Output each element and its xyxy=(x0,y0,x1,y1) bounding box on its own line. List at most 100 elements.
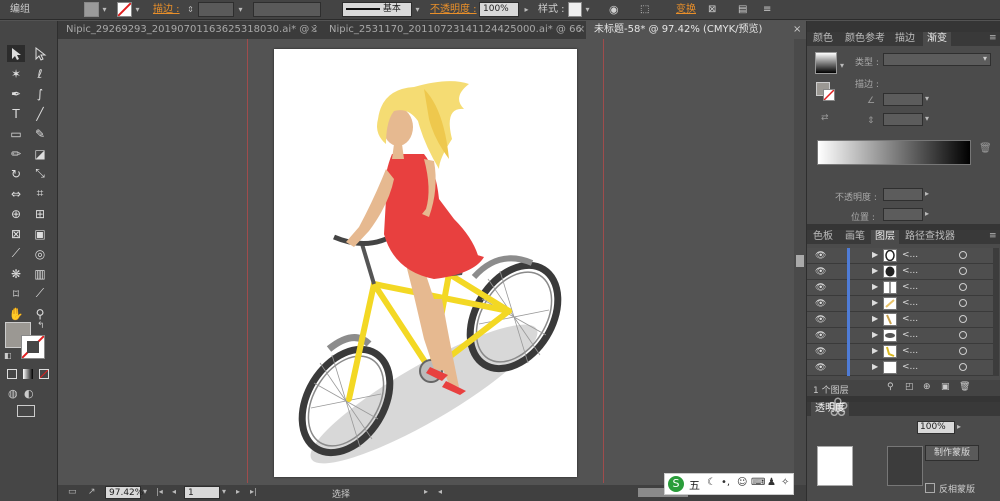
position-arrow-icon[interactable]: ▸ xyxy=(925,209,929,218)
invert-mask-checkbox[interactable] xyxy=(925,483,935,493)
brush-definition[interactable]: 基本 xyxy=(342,2,412,17)
tab-brushes[interactable]: 画笔 xyxy=(841,230,869,244)
zoom-input[interactable]: 97.42% xyxy=(105,486,143,499)
slice-tool-icon[interactable]: ⟋ xyxy=(31,285,49,302)
color-mode-icon[interactable] xyxy=(7,369,17,379)
stop-opacity-input[interactable] xyxy=(883,188,923,201)
next-page-icon[interactable]: ▸ xyxy=(236,487,240,496)
expand-triangle-icon[interactable]: ▶ xyxy=(872,282,878,291)
target-circle-icon[interactable] xyxy=(959,347,967,355)
screen-mode-icon[interactable] xyxy=(17,405,35,417)
opacity-arrow-icon[interactable]: ▸ xyxy=(925,189,929,198)
layers-panel-menu-icon[interactable]: ≡ xyxy=(989,231,997,241)
pencil-tool-icon[interactable]: ✏ xyxy=(7,145,25,162)
artboard-tool-icon[interactable]: ⌑ xyxy=(7,285,25,302)
first-page-icon[interactable]: |◂ xyxy=(156,487,163,496)
layers-scrollbar[interactable] xyxy=(993,248,999,376)
free-transform-tool-icon[interactable]: ⌗ xyxy=(31,185,49,202)
share-icon[interactable]: ↗ xyxy=(88,487,96,497)
blend-tool-icon[interactable]: ◎ xyxy=(31,245,49,262)
reverse-gradient-icon[interactable]: ⇄ xyxy=(821,113,829,123)
stop-location-input[interactable] xyxy=(883,208,923,221)
expand-triangle-icon[interactable]: ▶ xyxy=(872,330,878,339)
line-tool-icon[interactable]: ╱ xyxy=(31,105,49,122)
draw-mode-icon[interactable]: ◍ xyxy=(8,387,18,400)
target-circle-icon[interactable] xyxy=(959,363,967,371)
expand-triangle-icon[interactable]: ▶ xyxy=(872,346,878,355)
ime-keyboard-icon[interactable]: ⌨ xyxy=(751,477,765,488)
layer-row[interactable]: 👁 ▶ <... xyxy=(807,264,997,280)
opacity-label[interactable]: 不透明度 : xyxy=(430,2,477,17)
angle-input[interactable] xyxy=(883,93,923,106)
eyedropper-tool-icon[interactable]: ⟋ xyxy=(7,245,25,262)
visibility-eye-icon[interactable]: 👁 xyxy=(815,299,826,309)
variable-width-profile[interactable] xyxy=(253,2,321,17)
visibility-eye-icon[interactable]: 👁 xyxy=(815,315,826,325)
lasso-tool-icon[interactable]: ℓ xyxy=(31,65,49,82)
rectangle-tool-icon[interactable]: ▭ xyxy=(7,125,25,142)
isolate-icon[interactable]: ⊠ xyxy=(708,2,716,17)
eraser-tool-icon[interactable]: ◪ xyxy=(31,145,49,162)
layer-row[interactable]: 👁 ▶ <... xyxy=(807,312,997,328)
rotate-tool-icon[interactable]: ↻ xyxy=(7,165,25,182)
swap-fill-stroke-icon[interactable]: ↰ xyxy=(37,321,45,331)
fill-dropdown-icon[interactable]: ▾ xyxy=(100,2,109,17)
target-circle-icon[interactable] xyxy=(959,251,967,259)
status-arrow-icon[interactable]: ▸ xyxy=(424,487,428,496)
doc-tab-1[interactable]: Nipic_29269293_20190701163625318030.ai* … xyxy=(58,21,316,39)
page-dropdown-icon[interactable]: ▾ xyxy=(222,487,226,496)
mask-thumbnail[interactable] xyxy=(887,446,923,486)
scale-tool-icon[interactable]: ⤡ xyxy=(31,165,49,182)
align-icon[interactable]: ⬚ xyxy=(640,2,649,17)
aspect-ratio-input[interactable] xyxy=(883,113,923,126)
bicycle-girl-illustration[interactable] xyxy=(274,49,577,477)
target-circle-icon[interactable] xyxy=(959,267,967,275)
vertical-scroll-thumb[interactable] xyxy=(796,255,804,267)
tab-stroke[interactable]: 描边 xyxy=(891,32,919,46)
tab-layers[interactable]: 图层 xyxy=(871,230,899,244)
default-colors-icon[interactable]: ◧ xyxy=(4,351,12,360)
stroke-swatch[interactable] xyxy=(117,2,132,17)
visibility-eye-icon[interactable]: 👁 xyxy=(815,363,826,373)
new-layer-icon[interactable]: ▣ xyxy=(941,382,950,392)
none-mode-icon[interactable] xyxy=(39,369,49,379)
selection-tool-icon[interactable] xyxy=(7,45,25,62)
draw-behind-icon[interactable]: ◐ xyxy=(24,387,34,400)
magic-wand-tool-icon[interactable]: ✶ xyxy=(7,65,25,82)
stroke-stepper-icon[interactable]: ⇕ xyxy=(186,2,195,17)
clipping-mask-icon[interactable]: ◰ xyxy=(905,382,914,392)
aspect-dropdown-icon[interactable]: ▾ xyxy=(925,114,929,123)
delete-layer-icon[interactable]: 🗑 xyxy=(959,382,970,392)
panel-menu-icon[interactable]: ≡ xyxy=(989,33,997,43)
perspective-grid-tool-icon[interactable]: ⊞ xyxy=(31,205,49,222)
expand-triangle-icon[interactable]: ▶ xyxy=(872,250,878,259)
mesh-tool-icon[interactable]: ⊠ xyxy=(7,225,25,242)
expand-triangle-icon[interactable]: ▶ xyxy=(872,266,878,275)
page-input[interactable]: 1 xyxy=(184,486,220,499)
transform-link[interactable]: 变换 xyxy=(676,2,696,17)
graphic-style-swatch[interactable] xyxy=(568,2,582,17)
gradient-mode-icon[interactable] xyxy=(23,369,33,379)
close-icon[interactable]: × xyxy=(577,21,585,39)
expand-triangle-icon[interactable]: ▶ xyxy=(872,298,878,307)
expand-triangle-icon[interactable]: ▶ xyxy=(872,314,878,323)
close-icon[interactable]: × xyxy=(310,21,318,39)
layer-row[interactable]: 👁 ▶ <... xyxy=(807,360,997,376)
object-thumbnail[interactable] xyxy=(817,446,853,486)
pen-tool-icon[interactable]: ✒ xyxy=(7,85,25,102)
tab-pathfinder[interactable]: 路径查找器 xyxy=(901,230,959,244)
stroke-weight-input[interactable] xyxy=(198,2,234,17)
stroke-dropdown-icon[interactable]: ▾ xyxy=(133,2,142,17)
prev-page-icon[interactable]: ◂ xyxy=(172,487,176,496)
ime-mode-label[interactable]: 五 xyxy=(689,477,700,493)
target-circle-icon[interactable] xyxy=(959,283,967,291)
style-dropdown-icon[interactable]: ▾ xyxy=(583,2,592,17)
column-graph-tool-icon[interactable]: ▥ xyxy=(31,265,49,282)
opacity-input[interactable]: 100% xyxy=(479,2,519,17)
tab-color-guide[interactable]: 颜色参考 xyxy=(841,32,889,46)
vertical-scrollbar[interactable] xyxy=(794,39,806,485)
gradient-type-select[interactable]: ▾ xyxy=(883,53,991,66)
target-circle-icon[interactable] xyxy=(959,299,967,307)
target-circle-icon[interactable] xyxy=(959,331,967,339)
angle-dropdown-icon[interactable]: ▾ xyxy=(925,94,929,103)
